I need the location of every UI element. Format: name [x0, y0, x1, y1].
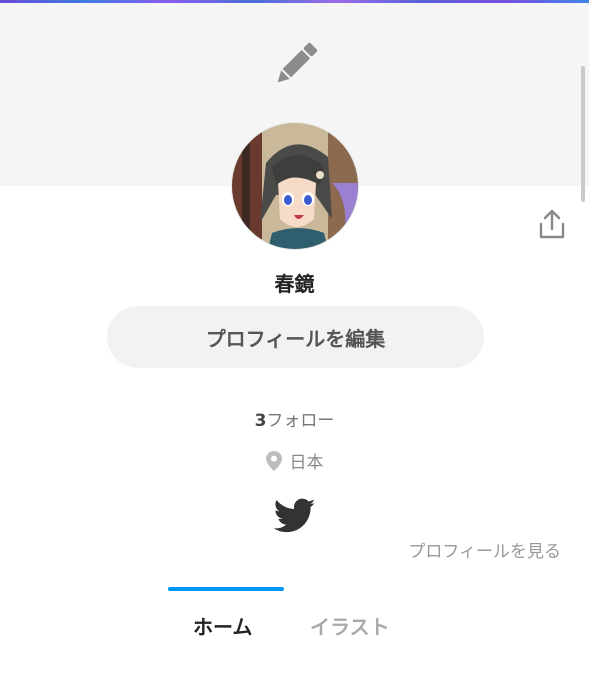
location-text: 日本 — [289, 453, 324, 473]
location-pin-icon — [265, 450, 282, 471]
see-profile-link[interactable]: プロフィールを見る — [408, 537, 561, 562]
tab-home[interactable]: ホーム — [193, 611, 252, 640]
follow-label: フォロー — [266, 411, 335, 431]
location: 日本 — [0, 448, 589, 473]
edit-profile-button[interactable]: プロフィールを編集 — [107, 306, 484, 368]
pencil-icon — [277, 42, 318, 83]
follow-count-number: 3 — [254, 411, 267, 431]
twitter-link[interactable] — [273, 496, 317, 536]
username: 春鏡 — [274, 272, 315, 296]
twitter-icon — [274, 498, 316, 533]
avatar-image — [232, 123, 358, 249]
scrollbar[interactable] — [581, 66, 585, 202]
tab-illust[interactable]: イラスト — [310, 611, 390, 640]
avatar[interactable] — [232, 123, 358, 249]
tab-bar: ホーム イラスト — [0, 587, 589, 667]
share-button[interactable] — [534, 206, 570, 242]
edit-cover-button[interactable] — [268, 36, 324, 92]
follow-count[interactable]: 3フォロー — [0, 406, 589, 431]
share-icon — [539, 209, 565, 239]
active-tab-indicator — [168, 587, 284, 591]
